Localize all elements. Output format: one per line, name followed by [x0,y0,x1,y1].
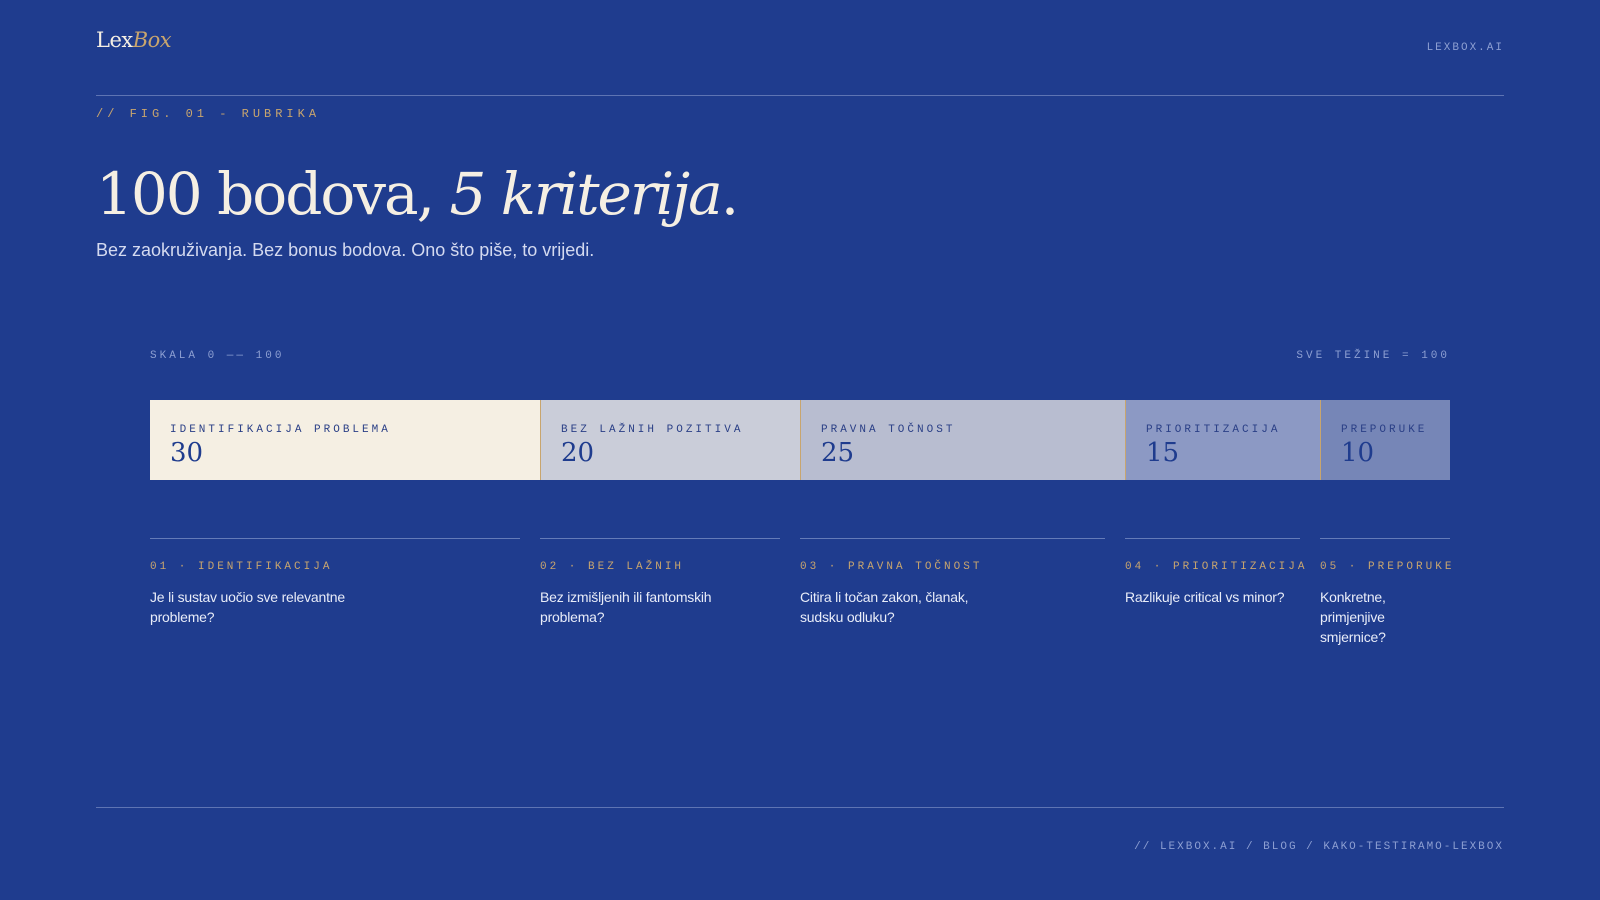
criterion-label: 05 · PREPORUKE [1320,561,1455,573]
site-link[interactable]: LEXBOX.AI [1427,42,1504,54]
footer: // LEXBOX.AI / BLOG / KAKO-TESTIRAMO-LEX… [96,807,1504,867]
title-emphasis: 5 kriterija [449,160,722,228]
criterion-item: 03 · PRAVNA TOČNOST Citira li točan zakon… [800,538,1105,627]
criterion-question: Konkretne, primjenjive smjernice? [1320,589,1386,645]
criterion-label: 02 · BEZ LAŽNIH [540,561,685,573]
criterion-label: 01 · IDENTIFIKACIJA [150,561,333,573]
bar-segment-value: 10 [1341,438,1375,468]
bar-segment-label: PRAVNA TOČNOST [821,424,956,436]
criterion-question: Bez izmišljenih ili fantomskih problema? [540,589,712,625]
bar-segment-label: BEZ LAŽNIH POZITIVA [561,424,744,436]
bar-segment-label: PRIORITIZACIJA [1146,424,1281,436]
logo-main: Lex [96,28,133,52]
criterion-question: Razlikuje critical vs minor? [1125,589,1285,605]
subtitle: Bez zaokruživanja. Bez bonus bodova. Ono… [96,240,595,260]
criterion-item: 04 · PRIORITIZACIJA Razlikuje critical vs… [1125,538,1308,607]
criterion-label: 04 · PRIORITIZACIJA [1125,561,1308,573]
bar-segment-value: 15 [1146,438,1180,468]
bar-segment-value: 25 [821,438,855,468]
scale-label-right: SVE TEŽINE = 100 [1296,350,1450,362]
criterion-question: Citira li točan zakon, članak, sudsku od… [800,589,969,625]
scale-label-left: SKALA 0 —— 100 [150,350,285,362]
criterion-label: 03 · PRAVNA TOČNOST [800,561,983,573]
title-end: . [720,160,739,228]
header: LexBox LEXBOX.AI [96,28,1504,96]
bar-segment-label: PREPORUKE [1341,424,1428,436]
criterion-question: Je li sustav uočio sve relevantne proble… [150,589,345,625]
bar-segment: BEZ LAŽNIH POZITIVA 20 [540,400,800,480]
criterion-item: 05 · PREPORUKE Konkretne, primjenjive smj… [1320,538,1455,647]
footer-breadcrumb[interactable]: // LEXBOX.AI / BLOG / KAKO-TESTIRAMO-LEX… [1134,841,1504,853]
criterion-item: 02 · BEZ LAŽNIH Bez izmišljenih ili fanto… [540,538,780,627]
bar-segment-label: IDENTIFIKACIJA PROBLEMA [170,424,391,436]
logo-accent: Box [132,28,172,52]
bar-segment-value: 30 [170,438,204,468]
bar-segment: PRIORITIZACIJA 15 [1125,400,1320,480]
page-title: 100 bodova, 5 kriterija. [96,160,739,228]
figure-label: // FIG. 01 - RUBRIKA [96,107,321,121]
bar-segment-value: 20 [561,438,595,468]
stacked-bar-chart: IDENTIFIKACIJA PROBLEMA 30 BEZ LAŽNIH POZI… [150,400,1450,480]
bar-segment: PRAVNA TOČNOST 25 [800,400,1125,480]
bar-segment: PREPORUKE 10 [1320,400,1450,480]
title-main: 100 bodova, [96,160,450,228]
criteria-descriptions: 01 · IDENTIFIKACIJA Je li sustav uočio sv… [150,538,1455,648]
criterion-item: 01 · IDENTIFIKACIJA Je li sustav uočio sv… [150,538,520,627]
bar-segment: IDENTIFIKACIJA PROBLEMA 30 [150,400,540,480]
logo[interactable]: LexBox [96,28,172,52]
